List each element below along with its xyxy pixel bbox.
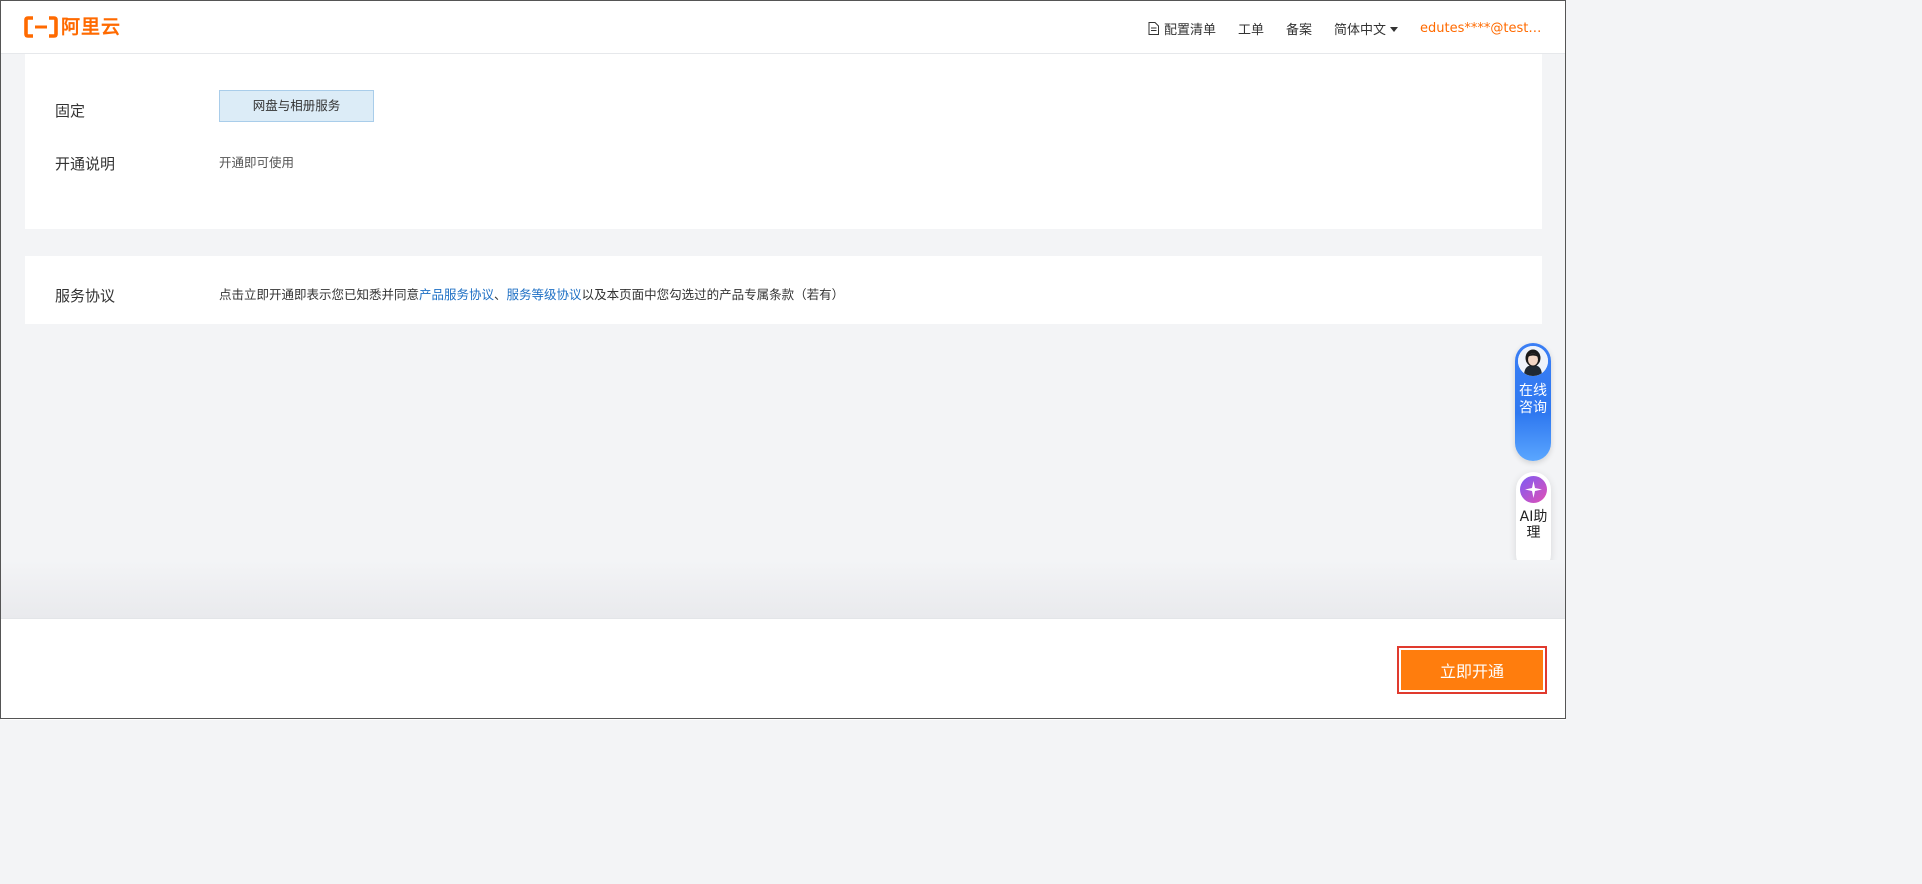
language-label: 简体中文 (1333, 22, 1386, 38)
nav-config-list-label: 配置清单 (1163, 22, 1216, 38)
agreement-text: 点击立即开通即表示您已知悉并同意产品服务协议、服务等级协议以及本页面中您勾选过的… (219, 284, 844, 303)
logo-text: 阿里云 (61, 16, 122, 38)
nav-ticket-label: 工单 (1237, 22, 1264, 38)
activation-value: 开通即可使用 (219, 155, 295, 170)
sla-link[interactable]: 服务等级协议 (507, 287, 582, 302)
consultant-avatar-icon (1518, 346, 1548, 376)
footer-shadow (1, 560, 1566, 618)
aliyun-logo[interactable]: 阿里云 (24, 16, 121, 38)
online-consult-label: 在线咨询 (1519, 383, 1547, 416)
header-nav: 配置清单 工单 备案 简体中文 edutes****@test.aliy... (1148, 18, 1566, 38)
activate-now-button[interactable]: 立即开通 (1401, 650, 1543, 690)
ai-assistant-button[interactable]: AI助理 (1516, 472, 1551, 572)
online-consult-button[interactable]: 在线咨询 (1515, 343, 1551, 461)
account-menu[interactable]: edutes****@test.aliy... (1420, 21, 1542, 36)
agreement-text-before: 点击立即开通即表示您已知悉并同意 (219, 287, 420, 302)
aliyun-logo-icon (24, 16, 58, 38)
fixed-label: 固定 (55, 102, 86, 120)
nav-filing-label: 备案 (1285, 22, 1312, 38)
document-icon (1148, 21, 1159, 35)
chevron-down-icon (1390, 26, 1398, 32)
activation-label: 开通说明 (55, 155, 116, 173)
nav-filing[interactable]: 备案 (1286, 19, 1312, 38)
submit-highlight: 立即开通 (1397, 646, 1547, 694)
language-selector[interactable]: 简体中文 (1334, 19, 1398, 38)
fixed-option-selected[interactable]: 网盘与相册服务 (219, 90, 374, 122)
consultant-avatar (1518, 346, 1548, 376)
agreement-label: 服务协议 (55, 287, 116, 305)
agreement-card: 服务协议 点击立即开通即表示您已知悉并同意产品服务协议、服务等级协议以及本页面中… (25, 256, 1542, 324)
top-navbar: 阿里云 配置清单 工单 备案 简体中文 edutes****@test.aliy… (1, 1, 1566, 54)
agreement-text-after: 以及本页面中您勾选过的产品专属条款（若有） (581, 287, 845, 302)
nav-ticket[interactable]: 工单 (1238, 19, 1264, 38)
ai-assistant-icon (1520, 476, 1547, 503)
product-service-agreement-link[interactable]: 产品服务协议 (419, 287, 494, 302)
ai-assistant-label: AI助理 (1519, 509, 1548, 541)
agreement-separator: 、 (494, 287, 507, 302)
nav-config-list[interactable]: 配置清单 (1148, 19, 1216, 38)
config-card: 固定 网盘与相册服务 开通说明 开通即可使用 (25, 54, 1542, 229)
footer-bar: 立即开通 (1, 618, 1566, 720)
